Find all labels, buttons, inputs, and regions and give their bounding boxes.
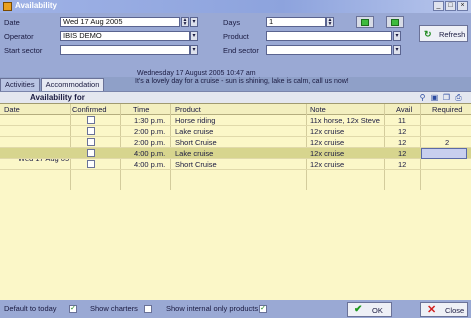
days-label: Days (223, 18, 241, 27)
checkmark-icon: ✔ (354, 304, 363, 315)
show-charters-checkbox[interactable] (144, 305, 152, 313)
close-window-button[interactable]: × (457, 1, 468, 11)
footer-bar: Default to today ✓ Show charters Show in… (0, 300, 471, 318)
date-spinner[interactable]: ▲ ▼ (181, 17, 189, 27)
column-required[interactable]: Required (432, 105, 462, 114)
row-note: 12x cruise (310, 149, 345, 158)
date-dropdown-icon[interactable]: ▾ (190, 17, 198, 27)
availability-grid: Date Confirmed Time Product Note Avail R… (0, 103, 471, 300)
row-required[interactable]: 2 (445, 138, 449, 147)
row-time: 2:00 p.m. (134, 138, 166, 147)
start-sector-dropdown-icon[interactable]: ▾ (190, 45, 198, 55)
refresh-button[interactable]: ↻ Refresh (419, 25, 468, 42)
search-icon[interactable]: ⚲ (418, 93, 427, 102)
row-note: 12x cruise (310, 127, 345, 136)
save-icon[interactable]: ▣ (430, 93, 439, 102)
maximize-button[interactable]: □ (445, 1, 456, 11)
tab-accommodation[interactable]: Accommodation (40, 78, 105, 91)
row-product: Lake cruise (175, 127, 214, 136)
row-note: 12x cruise (310, 138, 345, 147)
end-sector-field[interactable] (266, 45, 392, 55)
prev-day-button[interactable] (356, 16, 374, 28)
operator-dropdown-icon[interactable]: ▾ (190, 31, 198, 41)
default-today-label: Default to today (4, 304, 57, 313)
row-time: 2:00 p.m. (134, 127, 166, 136)
column-time[interactable]: Time (133, 105, 149, 114)
date-label: Date (4, 18, 20, 27)
operator-field[interactable]: IBIS DEMO (60, 31, 190, 41)
days-spinner[interactable]: ▲ ▼ (326, 17, 334, 27)
table-row[interactable]: 2:00 p.m. Lake cruise 12x cruise 12 (0, 126, 471, 137)
row-avail: 12 (398, 149, 407, 158)
end-sector-label: End sector (223, 46, 259, 55)
refresh-label: Refresh (439, 30, 466, 39)
row-time: 1:30 p.m. (134, 116, 166, 125)
column-product[interactable]: Product (175, 105, 201, 114)
operator-label: Operator (4, 32, 34, 41)
close-label: Close (445, 306, 465, 315)
availability-header: Availability for ⚲ ▣ ❐ ⎙ (0, 91, 471, 103)
window-controls: _ □ × (433, 1, 468, 11)
column-date[interactable]: Date (4, 105, 20, 114)
start-sector-label: Start sector (4, 46, 43, 55)
show-charters-label: Show charters (90, 304, 138, 313)
grid-toolbar: ⚲ ▣ ❐ ⎙ (418, 93, 463, 102)
row-product: Lake cruise (175, 149, 214, 158)
show-internal-checkbox[interactable]: ✓ (259, 305, 267, 313)
confirmed-checkbox[interactable] (87, 116, 95, 124)
row-avail: 11 (398, 116, 406, 125)
show-internal-label: Show internal only products (166, 304, 259, 313)
ok-label: OK (372, 306, 383, 315)
next-day-button[interactable] (386, 16, 404, 28)
app-icon (3, 2, 12, 11)
ok-button[interactable]: ✔ OK (347, 302, 392, 317)
minimize-button[interactable]: _ (433, 1, 444, 11)
row-product: Short Cruise (175, 160, 217, 169)
column-avail[interactable]: Avail (396, 105, 412, 114)
table-row[interactable]: 1:30 p.m. Horse riding 11x horse, 12x St… (0, 115, 471, 126)
row-avail: 12 (398, 160, 407, 169)
confirmed-checkbox[interactable] (87, 127, 95, 135)
tab-activities[interactable]: Activities (0, 78, 40, 91)
start-sector-field[interactable] (60, 45, 190, 55)
product-dropdown-icon[interactable]: ▾ (393, 31, 401, 41)
product-label: Product (223, 32, 249, 41)
filter-panel: Date Wed 17 Aug 2005 ▲ ▼ ▾ Operator IBIS … (0, 13, 471, 77)
required-input[interactable] (421, 148, 467, 159)
print-icon[interactable]: ⎙ (454, 93, 463, 102)
row-product: Short Cruise (175, 138, 217, 147)
product-field[interactable] (266, 31, 392, 41)
default-today-checkbox[interactable]: ✓ (69, 305, 77, 313)
close-x-icon: ✕ (427, 304, 437, 316)
table-row[interactable]: 4:00 p.m. Short Cruise 12x cruise 12 (0, 159, 471, 170)
copy-icon[interactable]: ❐ (442, 93, 451, 102)
message-text: It's a lovely day for a cruise - sun is … (135, 78, 349, 85)
row-product: Horse riding (175, 116, 216, 125)
table-row[interactable]: 2:00 p.m. Short Cruise 12x cruise 12 2 (0, 137, 471, 148)
confirmed-checkbox[interactable] (87, 149, 95, 157)
end-sector-dropdown-icon[interactable]: ▾ (393, 45, 401, 55)
row-time: 4:00 p.m. (134, 160, 166, 169)
column-confirmed[interactable]: Confirmed (72, 105, 107, 114)
table-row-selected[interactable]: 4:00 p.m. Lake cruise 12x cruise 12 (0, 148, 471, 159)
days-field[interactable]: 1 (266, 17, 326, 27)
row-avail: 12 (398, 138, 407, 147)
close-button[interactable]: ✕ Close (420, 302, 468, 317)
row-avail: 12 (398, 127, 407, 136)
date-field[interactable]: Wed 17 Aug 2005 (60, 17, 180, 27)
confirmed-checkbox[interactable] (87, 138, 95, 146)
row-time: 4:00 p.m. (134, 149, 166, 158)
tab-bar: Activities Accommodation (0, 78, 105, 91)
row-note: 11x horse, 12x Steve (310, 116, 380, 125)
window-title: Availability (15, 1, 57, 10)
row-note: 12x cruise (310, 160, 345, 169)
day-message: Wednesday 17 August 2005 10:47 am It's a… (135, 70, 465, 86)
availability-title: Availability for (30, 93, 85, 102)
title-bar: Availability _ □ × (0, 0, 471, 13)
message-date: Wednesday 17 August 2005 10:47 am (137, 70, 256, 77)
refresh-icon: ↻ (424, 29, 432, 39)
column-note[interactable]: Note (310, 105, 326, 114)
confirmed-checkbox[interactable] (87, 160, 95, 168)
